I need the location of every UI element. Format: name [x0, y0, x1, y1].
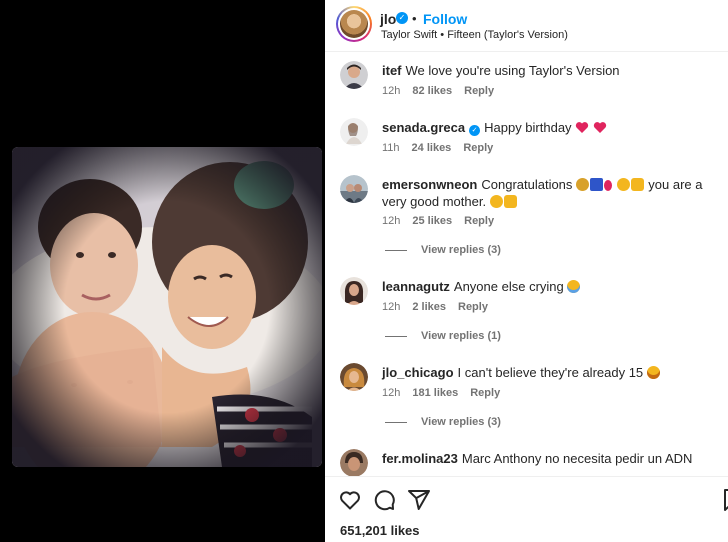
party-emoji-icon — [576, 178, 590, 191]
comment-meta: 11h 24 likes Reply — [382, 142, 505, 154]
reply-button[interactable]: Reply — [464, 85, 494, 97]
red-heart-emoji-icon — [593, 122, 606, 133]
clapping-hands-emoji-icon — [616, 178, 630, 191]
comment-time[interactable]: 12h — [382, 387, 400, 399]
comment-like-count[interactable]: 82 likes — [412, 85, 452, 97]
post-sidebar: jlo ✓ • Follow Taylor Swift • Fifteen (T… — [325, 0, 728, 542]
comment-time[interactable]: 12h — [382, 215, 400, 227]
comment-time[interactable]: 12h — [382, 85, 400, 97]
view-replies-button[interactable]: View replies (1) — [385, 330, 501, 342]
balloon-emoji-icon — [604, 180, 613, 191]
comment-avatar[interactable] — [340, 118, 368, 146]
comment-meta: 12h 25 likes Reply — [382, 215, 506, 227]
post-header: jlo ✓ • Follow Taylor Swift • Fifteen (T… — [325, 0, 728, 52]
comment-username[interactable]: senada.greca — [382, 120, 465, 135]
comment-avatar[interactable] — [340, 61, 368, 89]
save-button[interactable] — [721, 488, 728, 512]
view-replies-button[interactable]: View replies (3) — [385, 416, 501, 428]
like-count[interactable]: 651,201 likes — [340, 523, 420, 538]
audio-track-link[interactable]: Taylor Swift • Fifteen (Taylor's Version… — [381, 29, 568, 41]
comments-list[interactable]: itef We love you're using Taylor's Versio… — [325, 52, 728, 476]
verified-badge-icon: ✓ — [396, 12, 408, 24]
comment-username[interactable]: leannagutz — [382, 279, 450, 294]
comment-meta: 12h 2 likes Reply — [382, 301, 500, 313]
comment-text: emersonwneon Congratulations you are a ve… — [382, 176, 722, 210]
speech-bubble-icon — [374, 490, 395, 511]
like-button[interactable] — [338, 488, 362, 512]
thumbs-up-emoji-icon — [503, 195, 517, 208]
crying-face-emoji-icon — [567, 280, 581, 293]
comment-like-count[interactable]: 2 likes — [412, 301, 446, 313]
party-popper-emoji-icon — [590, 178, 604, 191]
verified-badge-icon: ✓ — [469, 125, 481, 136]
post-media-pane[interactable] — [0, 0, 325, 542]
reply-button[interactable]: Reply — [470, 387, 500, 399]
comment-text: senada.greca ✓ Happy birthday — [382, 119, 722, 136]
post-photo-image — [12, 147, 322, 467]
comment-body: Anyone else crying — [453, 279, 564, 294]
anguished-face-emoji-icon — [646, 366, 660, 379]
comment-text: jlo_chicago I can't believe they're alrea… — [382, 364, 722, 381]
author-username[interactable]: jlo — [380, 11, 396, 27]
comment-body: I can't believe they're already 15 — [457, 365, 644, 380]
comment-text: fer.molina23 Marc Anthony no necesita ped… — [382, 450, 722, 467]
comment-text: leannagutz Anyone else crying — [382, 278, 722, 295]
author-avatar[interactable] — [336, 6, 372, 42]
comment-username[interactable]: emersonwneon — [382, 177, 477, 192]
comment-body: Happy birthday — [484, 120, 572, 135]
reply-button[interactable]: Reply — [464, 215, 494, 227]
red-heart-emoji-icon — [576, 122, 589, 133]
follow-button[interactable]: Follow — [423, 11, 467, 27]
comment-username[interactable]: fer.molina23 — [382, 451, 458, 466]
comment-like-count[interactable]: 24 likes — [412, 142, 452, 154]
reply-button[interactable]: Reply — [458, 301, 488, 313]
comment-meta: 12h 82 likes Reply — [382, 85, 506, 97]
comment-time[interactable]: 11h — [382, 142, 400, 154]
comment-like-count[interactable]: 181 likes — [412, 387, 458, 399]
reply-button[interactable]: Reply — [463, 142, 493, 154]
comment-time[interactable]: 12h — [382, 301, 400, 313]
thumbs-up-emoji-icon — [630, 178, 644, 191]
comment-body: We love you're using Taylor's Version — [405, 63, 620, 78]
comment-username[interactable]: itef — [382, 63, 402, 78]
comment-avatar[interactable] — [340, 277, 368, 305]
comment-button[interactable] — [372, 488, 396, 512]
share-button[interactable] — [407, 488, 431, 512]
comment-avatar[interactable] — [340, 449, 368, 476]
header-separator: • — [412, 11, 417, 26]
post-photo[interactable] — [12, 147, 322, 467]
view-replies-button[interactable]: View replies (3) — [385, 244, 501, 256]
post-action-bar: 651,201 likes — [325, 476, 728, 542]
comment-body: Congratulations — [481, 177, 573, 192]
comment-avatar[interactable] — [340, 363, 368, 391]
paper-plane-icon — [408, 490, 430, 510]
comment-username[interactable]: jlo_chicago — [382, 365, 454, 380]
bookmark-icon — [724, 489, 728, 511]
comment-body: Marc Anthony no necesita pedir un ADN — [461, 451, 693, 466]
comment-like-count[interactable]: 25 likes — [412, 215, 452, 227]
comment-text: itef We love you're using Taylor's Versio… — [382, 62, 722, 79]
heart-outline-icon — [340, 491, 360, 510]
comment-avatar[interactable] — [340, 175, 368, 203]
clapping-hands-emoji-icon — [489, 195, 503, 208]
comment-meta: 12h 181 likes Reply — [382, 387, 512, 399]
